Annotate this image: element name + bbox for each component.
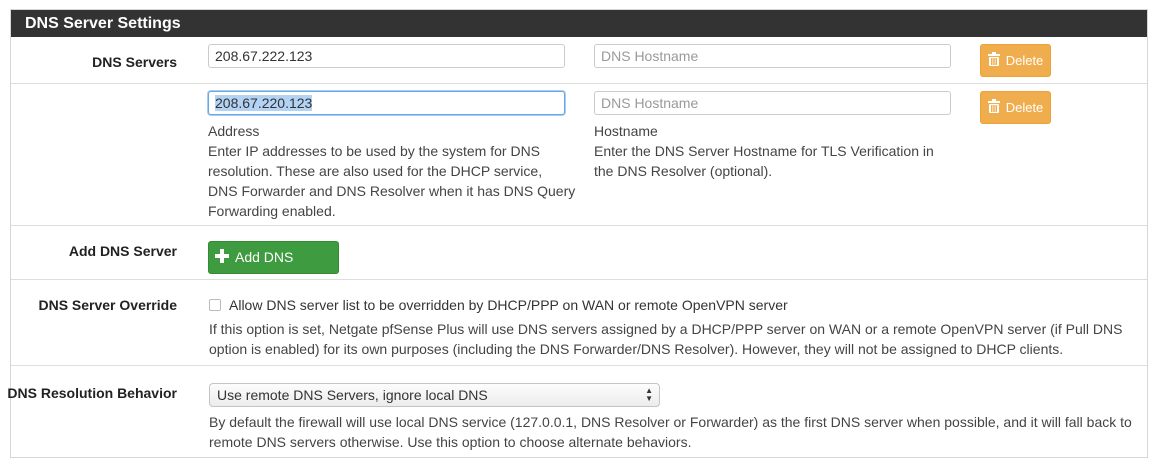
address-caption: Address: [208, 123, 260, 139]
dns-server-2-hostname-input[interactable]: DNS Hostname: [594, 91, 951, 115]
add-dns-server-button[interactable]: Add DNS Server: [208, 241, 339, 297]
dns-override-help-line: option is enabled) for its own purposes …: [209, 341, 1064, 357]
dns-override-checkbox-label[interactable]: Allow DNS server list to be overridden b…: [229, 295, 788, 315]
address-help-line: resolution. These are also used for the …: [208, 163, 543, 179]
address-help-line: DNS Forwarder and DNS Resolver when it h…: [208, 183, 576, 199]
dns-resolution-help: By default the firewall will use local D…: [209, 412, 1132, 452]
dns-servers-label: DNS Servers: [92, 54, 177, 70]
dns-server-1-hostname-input[interactable]: DNS Hostname: [594, 44, 951, 68]
panel-title: DNS Server Settings: [11, 10, 1147, 37]
add-dns-server-label: Add DNS Server: [68, 243, 177, 259]
dns-resolution-select[interactable]: Use remote DNS Servers, ignore local DNS…: [209, 383, 660, 407]
dns-resolution-behavior-label: DNS Resolution Behavior: [7, 385, 177, 401]
dns-override-checkbox[interactable]: [209, 299, 221, 311]
dns-resolution-help-line: By default the firewall will use local D…: [209, 414, 1132, 430]
address-help-line: Enter IP addresses to be used by the sys…: [208, 143, 541, 159]
dns-server-override-label: DNS Server Override: [38, 297, 177, 313]
select-arrows-icon: ▲ ▼: [645, 386, 653, 403]
dns-server-settings-panel: DNS Server Settings DNS Servers 208.67.2…: [7, 9, 1148, 458]
address-help: Address Enter IP addresses to be used by…: [208, 121, 575, 221]
hostname-help: Hostname Enter the DNS Server Hostname f…: [594, 121, 934, 181]
trash-icon: [987, 46, 1000, 77]
address-help-line: Forwarding enabled.: [208, 203, 336, 219]
dns-server-1-address-input[interactable]: 208.67.222.123: [208, 44, 565, 68]
hostname-help-line: Enter the DNS Server Hostname for TLS Ve…: [594, 143, 934, 159]
dns-override-help-line: If this option is set, Netgate pfSense P…: [209, 321, 1123, 337]
hostname-help-line: the DNS Resolver (optional).: [594, 163, 773, 179]
trash-icon: [987, 93, 1000, 124]
plus-icon: [215, 243, 229, 274]
dns-resolution-help-line: remote DNS servers otherwise. Use this o…: [209, 434, 692, 450]
dns-override-help: If this option is set, Netgate pfSense P…: [209, 319, 1122, 359]
hostname-caption: Hostname: [594, 123, 658, 139]
dns-server-1-delete-button[interactable]: Delete: [980, 44, 1051, 77]
dns-server-2-delete-button[interactable]: Delete: [980, 91, 1051, 124]
dns-server-2-address-input[interactable]: 208.67.220.123: [208, 91, 565, 115]
